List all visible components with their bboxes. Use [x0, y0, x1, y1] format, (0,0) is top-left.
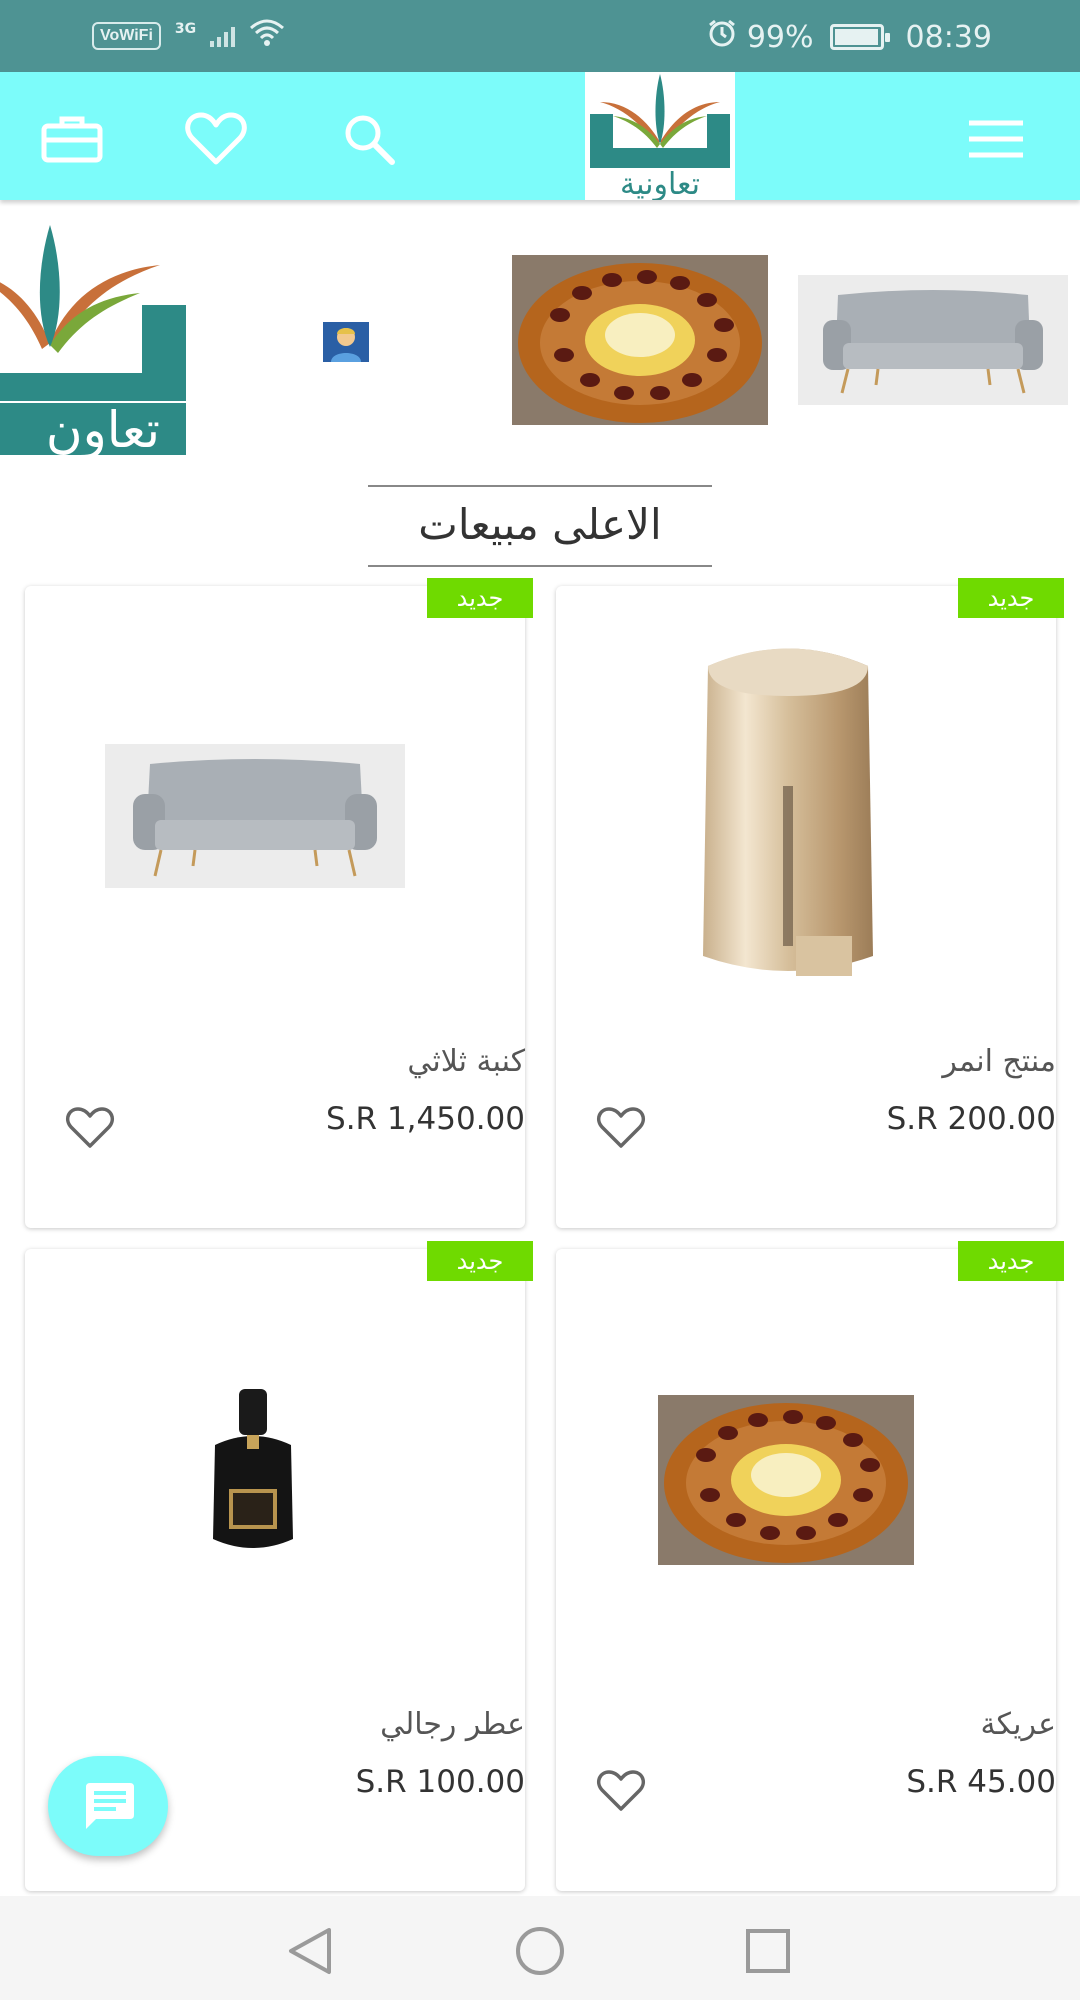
- chat-icon: [86, 1783, 134, 1829]
- logo-text: تعاونية: [620, 167, 700, 200]
- product-name[interactable]: عريكة: [981, 1707, 1056, 1742]
- product-card[interactable]: جديد عريكة S.R 45.00: [556, 1241, 1064, 1891]
- product-price: S.R 100.00: [355, 1764, 525, 1800]
- banner-sofa-image: [798, 275, 1068, 405]
- product-name[interactable]: منتج انمر: [942, 1044, 1056, 1079]
- product-image[interactable]: [668, 636, 908, 996]
- battery-icon: [829, 24, 890, 50]
- network-type: 3G: [174, 21, 197, 37]
- banner-logo-text: تعاون: [46, 401, 160, 457]
- banner-carousel[interactable]: تعاون: [0, 205, 1080, 465]
- product-name[interactable]: عطر رجالي: [380, 1707, 525, 1742]
- favorite-heart-icon[interactable]: [596, 1106, 646, 1154]
- menu-icon[interactable]: [964, 112, 1028, 166]
- status-right: 99% 08:39: [707, 18, 992, 56]
- app-header: تعاونية: [0, 72, 1080, 202]
- recents-icon[interactable]: [738, 1926, 798, 1976]
- back-icon[interactable]: [280, 1926, 340, 1976]
- battery-percent: 99%: [746, 19, 814, 55]
- new-badge: جديد: [427, 578, 533, 618]
- product-price: S.R 200.00: [886, 1101, 1056, 1137]
- product-price: S.R 1,450.00: [326, 1101, 525, 1137]
- product-card[interactable]: جديد منتج انمر S.R 200.00: [556, 578, 1064, 1228]
- wifi-icon: [249, 18, 285, 54]
- new-badge: جديد: [958, 578, 1064, 618]
- clock: 08:39: [905, 19, 992, 55]
- favorite-heart-icon[interactable]: [65, 1106, 115, 1154]
- vowifi-indicator: VoWiFi: [92, 22, 161, 50]
- section-title: الاعلى مبيعات: [368, 485, 712, 567]
- home-icon[interactable]: [510, 1926, 570, 1976]
- product-price: S.R 45.00: [906, 1764, 1056, 1800]
- search-icon[interactable]: [338, 112, 402, 166]
- new-badge: جديد: [427, 1241, 533, 1281]
- product-name[interactable]: كنبة ثلاثي: [407, 1044, 525, 1079]
- heart-icon[interactable]: [184, 112, 248, 166]
- signal-icon: [210, 25, 236, 47]
- banner-food-image: [512, 255, 768, 425]
- new-badge: جديد: [958, 1241, 1064, 1281]
- product-image[interactable]: [658, 1395, 914, 1565]
- briefcase-icon[interactable]: [40, 112, 104, 166]
- chat-button[interactable]: [48, 1756, 168, 1856]
- system-nav-bar: [0, 1896, 1080, 2000]
- status-left: VoWiFi 3G: [92, 18, 285, 54]
- favorite-heart-icon[interactable]: [596, 1769, 646, 1817]
- product-image[interactable]: [105, 744, 405, 888]
- product-image[interactable]: [205, 1389, 301, 1559]
- battery-fill: [834, 29, 879, 45]
- status-bar: VoWiFi 3G 99% 08:39: [0, 0, 1080, 72]
- product-card[interactable]: جديد كنبة ثلاثي S.R 1,450.00: [25, 578, 533, 1228]
- alarm-icon: [707, 18, 737, 56]
- app-logo[interactable]: تعاونية: [585, 72, 735, 202]
- avatar: [323, 322, 369, 362]
- banner-logo: تعاون: [0, 225, 186, 460]
